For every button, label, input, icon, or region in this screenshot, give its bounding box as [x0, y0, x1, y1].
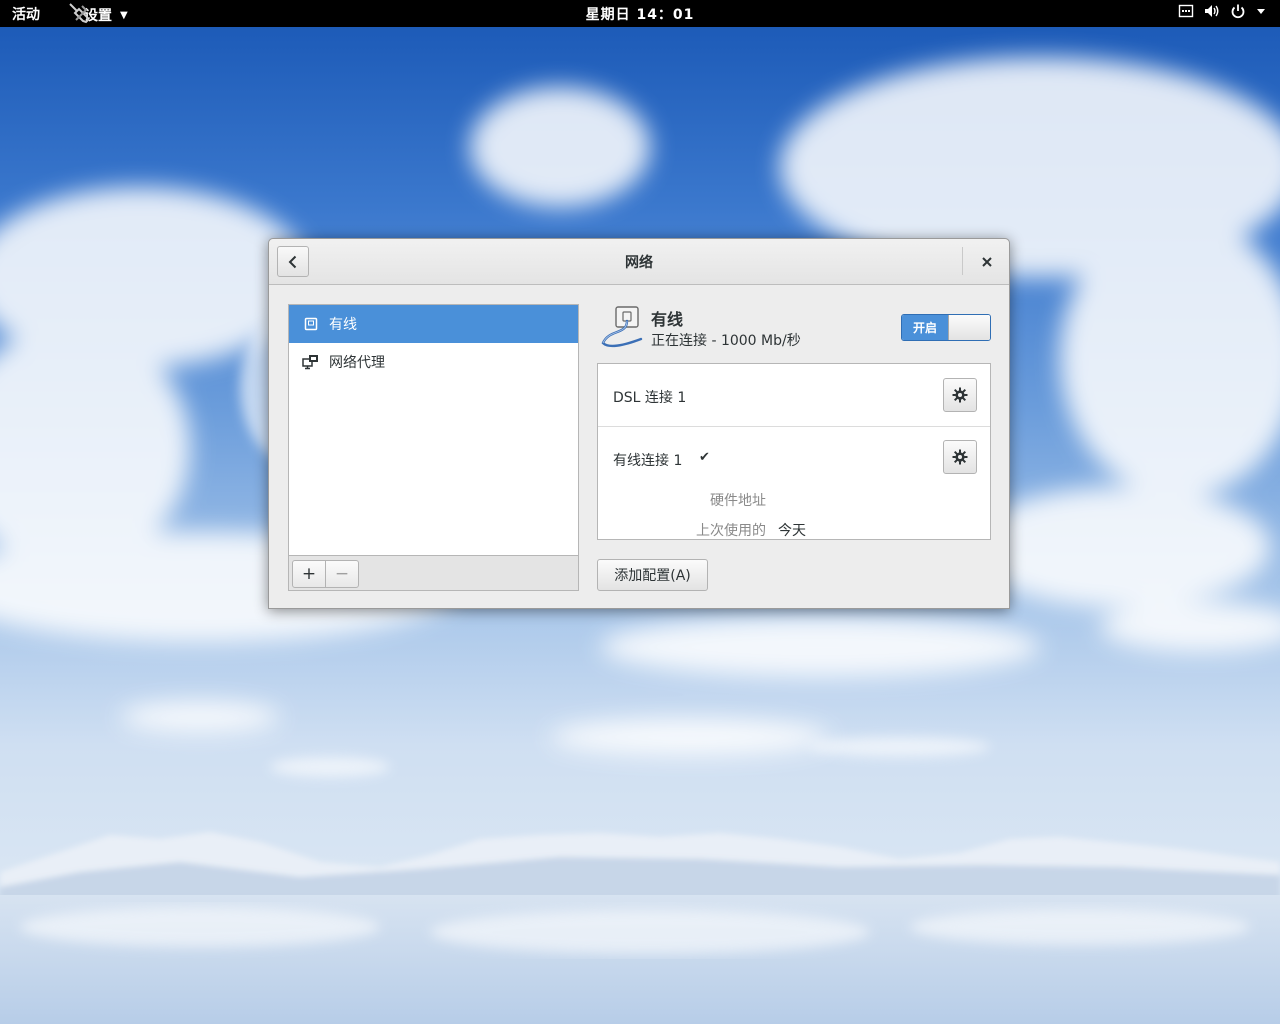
device-name: 有线 — [651, 310, 684, 329]
network-wired-icon — [1178, 4, 1194, 18]
profile-settings-button[interactable] — [943, 440, 977, 474]
system-tray[interactable] — [1178, 3, 1266, 19]
device-power-switch[interactable]: 开启 — [901, 314, 991, 341]
device-item-label: 网络代理 — [329, 355, 385, 371]
device-item-wired[interactable]: 有线 — [289, 305, 578, 343]
network-proxy-icon — [302, 353, 320, 371]
gear-icon — [952, 387, 968, 403]
profile-name: DSL 连接 1 — [613, 390, 687, 406]
volume-icon — [1205, 5, 1219, 17]
close-icon — [982, 257, 992, 267]
connection-profile-list: DSL 连接 1 有线连接 1 ✔ 硬件地址 上次使用的 今天 — [597, 363, 991, 540]
device-status: 正在连接 - 1000 Mb/秒 — [651, 333, 801, 349]
header-bar: 网络 — [269, 239, 1009, 285]
active-check-icon: ✔ — [699, 450, 710, 465]
gear-icon — [952, 449, 968, 465]
add-device-button[interactable]: + — [292, 560, 326, 588]
last-used-value: 今天 — [778, 523, 806, 539]
chevron-down-icon — [1257, 9, 1265, 14]
hardware-address-label: 硬件地址 — [710, 493, 766, 509]
power-icon — [1231, 4, 1245, 19]
network-wired-icon — [302, 315, 320, 333]
profile-row-dsl[interactable]: DSL 连接 1 — [598, 364, 990, 427]
top-bar: 活动 设置 ▼ 星期日 14：01 — [0, 0, 1280, 27]
network-wired-icon — [601, 306, 643, 348]
profile-name: 有线连接 1 — [613, 453, 683, 469]
device-list-toolbar: + − — [289, 555, 578, 590]
profile-settings-button[interactable] — [943, 378, 977, 412]
profile-row-wired[interactable]: 有线连接 1 ✔ 硬件地址 上次使用的 今天 — [598, 427, 990, 539]
device-list: 有线 网络代理 + − — [288, 304, 579, 591]
close-button[interactable] — [976, 251, 998, 273]
switch-on-label: 开启 — [902, 315, 948, 340]
device-item-label: 有线 — [329, 317, 357, 333]
switch-knob — [948, 315, 990, 340]
window-title: 网络 — [625, 255, 653, 271]
remove-device-button[interactable]: − — [325, 560, 359, 588]
add-profile-button[interactable]: 添加配置(A) — [597, 559, 708, 591]
header-separator — [962, 247, 963, 275]
last-used-label: 上次使用的 — [696, 523, 766, 539]
device-item-proxy[interactable]: 网络代理 — [289, 343, 578, 381]
network-settings-window: 网络 有线 网络代理 + − 有线 正在连接 - 1000 Mb/秒 开启 DS… — [268, 238, 1010, 609]
clock[interactable]: 星期日 14：01 — [0, 4, 1280, 24]
